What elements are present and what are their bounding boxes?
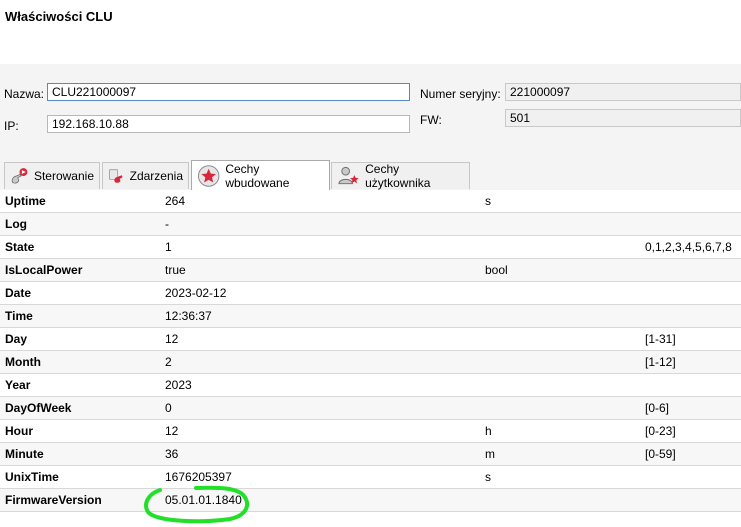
- user-star-icon: [338, 166, 359, 185]
- serial-input[interactable]: [505, 83, 741, 101]
- property-value: -: [165, 217, 169, 231]
- window-title: Właściwości CLU: [5, 9, 113, 24]
- ip-input[interactable]: [47, 115, 410, 133]
- property-name: Date: [5, 286, 32, 300]
- name-label: Nazwa:: [4, 87, 45, 101]
- property-value: 1: [165, 240, 172, 254]
- tab-label: Cechy użytkownika: [365, 162, 431, 190]
- table-row[interactable]: Date 2023-02-12: [0, 282, 741, 305]
- property-range: [0-23]: [645, 424, 676, 438]
- property-range: 0,1,2,3,4,5,6,7,8: [645, 240, 732, 254]
- table-row[interactable]: Hour 12 h [0-23]: [0, 420, 741, 443]
- table-row[interactable]: Month 2 [1-12]: [0, 351, 741, 374]
- remote-hand-icon: [11, 168, 28, 184]
- name-input[interactable]: [47, 83, 410, 101]
- property-unit: m: [485, 447, 495, 461]
- property-value: 12:36:37: [165, 309, 212, 323]
- table-row[interactable]: Uptime 264 s: [0, 190, 741, 213]
- property-name: Log: [5, 217, 27, 231]
- property-unit: h: [485, 424, 492, 438]
- tab-zdarzenia[interactable]: Zdarzenia: [102, 162, 189, 189]
- property-name: Time: [5, 309, 33, 323]
- property-name: DayOfWeek: [5, 401, 72, 415]
- property-range: [0-6]: [645, 401, 670, 415]
- property-range: [1-12]: [645, 355, 676, 369]
- table-row[interactable]: IsLocalPower true bool: [0, 259, 741, 282]
- property-value: 2023: [165, 378, 192, 392]
- tab-label: Cechy wbudowane: [225, 161, 290, 190]
- table-row[interactable]: Log -: [0, 213, 741, 236]
- serial-label: Numer seryjny:: [420, 87, 501, 101]
- tab-sterowanie[interactable]: Sterowanie: [4, 162, 100, 189]
- ip-label: IP:: [4, 119, 19, 133]
- property-unit: s: [485, 194, 491, 208]
- property-value: 05.01.01.1840: [165, 493, 242, 507]
- tab-cechy-wbudowane[interactable]: Cechy wbudowane: [191, 160, 330, 190]
- property-name: UnixTime: [5, 470, 59, 484]
- property-unit: bool: [485, 263, 508, 277]
- property-value: 2023-02-12: [165, 286, 227, 300]
- fw-label: FW:: [420, 113, 442, 127]
- property-name: Hour: [5, 424, 33, 438]
- property-value: 12: [165, 332, 179, 346]
- properties-grid: Uptime 264 s Log - State 1 0,1,2,3,4,5,6,7,8 IsL…: [0, 190, 741, 512]
- property-name: FirmwareVersion: [5, 493, 102, 507]
- property-range: [0-59]: [645, 447, 676, 461]
- event-hand-icon: [109, 169, 123, 183]
- property-name: Month: [5, 355, 41, 369]
- property-value: 36: [165, 447, 179, 461]
- property-name: Year: [5, 378, 31, 392]
- star-icon: [197, 164, 220, 187]
- table-row[interactable]: DayOfWeek 0 [0-6]: [0, 397, 741, 420]
- tab-strip: Sterowanie Zdarzenia Cechy wbudowane Cec…: [0, 160, 741, 190]
- fw-input[interactable]: [505, 109, 741, 127]
- tab-label: Zdarzenia: [129, 169, 183, 183]
- table-row[interactable]: UnixTime 1676205397 s: [0, 466, 741, 489]
- property-value: 2: [165, 355, 172, 369]
- property-name: Day: [5, 332, 28, 346]
- tab-cechy-uzytkownika[interactable]: Cechy użytkownika: [331, 162, 470, 190]
- property-range: [1-31]: [645, 332, 676, 346]
- property-value: 0: [165, 401, 172, 415]
- title-bar: Właściwości CLU: [0, 0, 741, 64]
- table-row[interactable]: Minute 36 m [0-59]: [0, 443, 741, 466]
- table-row[interactable]: FirmwareVersion 05.01.01.1840: [0, 489, 741, 512]
- tab-label: Sterowanie: [33, 169, 94, 183]
- table-row[interactable]: State 1 0,1,2,3,4,5,6,7,8: [0, 236, 741, 259]
- table-row[interactable]: Day 12 [1-31]: [0, 328, 741, 351]
- property-value: 264: [165, 194, 186, 208]
- properties-form: Nazwa: IP: Numer seryjny: FW:: [0, 64, 741, 160]
- property-unit: s: [485, 470, 491, 484]
- property-name: State: [5, 240, 35, 254]
- property-name: IsLocalPower: [5, 263, 83, 277]
- property-name: Uptime: [5, 194, 46, 208]
- table-row[interactable]: Year 2023: [0, 374, 741, 397]
- property-value: 1676205397: [165, 470, 232, 484]
- property-value: 12: [165, 424, 179, 438]
- property-value: true: [165, 263, 186, 277]
- property-name: Minute: [5, 447, 44, 461]
- table-row[interactable]: Time 12:36:37: [0, 305, 741, 328]
